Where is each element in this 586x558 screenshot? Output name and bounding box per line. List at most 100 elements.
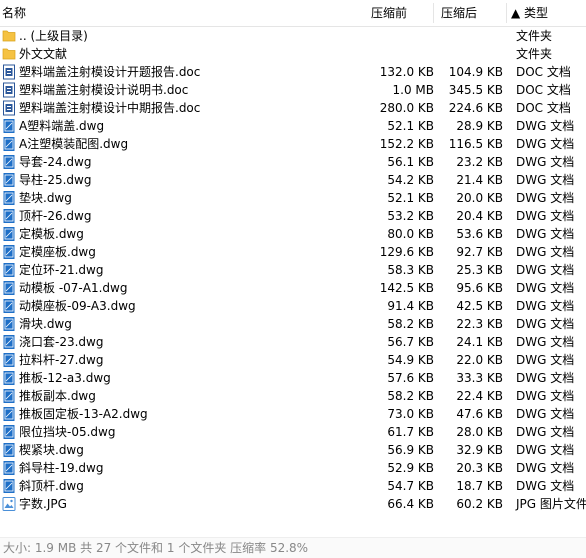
dwg-file-icon xyxy=(2,172,16,188)
file-name: 楔紧块.dwg xyxy=(19,443,84,457)
original-size: 52.1 KB xyxy=(387,119,434,133)
original-size: 280.0 KB xyxy=(379,101,434,115)
compressed-size: 224.6 KB xyxy=(448,101,503,115)
file-type: DWG 文档 xyxy=(516,443,575,457)
file-type: DWG 文档 xyxy=(516,281,575,295)
file-row[interactable]: 顶杆-26.dwg 53.2 KB 20.4 KB DWG 文档 xyxy=(0,207,586,225)
file-type: DWG 文档 xyxy=(516,317,575,331)
file-name: 塑料端盖注射模设计说明书.doc xyxy=(19,83,189,97)
dwg-file-icon xyxy=(2,316,16,332)
file-row[interactable]: 推板固定板-13-A2.dwg 73.0 KB 47.6 KB DWG 文档 xyxy=(0,405,586,423)
file-row[interactable]: 推板副本.dwg 58.2 KB 22.4 KB DWG 文档 xyxy=(0,387,586,405)
original-size: 80.0 KB xyxy=(387,227,434,241)
original-size: 73.0 KB xyxy=(387,407,434,421)
file-name: 定模板.dwg xyxy=(19,227,84,241)
file-type: DWG 文档 xyxy=(516,353,575,367)
compressed-size: 53.6 KB xyxy=(456,227,503,241)
file-type: DWG 文档 xyxy=(516,209,575,223)
file-name: 外文文献 xyxy=(19,47,68,61)
file-type: DWG 文档 xyxy=(516,173,575,187)
compressed-size: 28.0 KB xyxy=(456,425,503,439)
file-name: 滑块.dwg xyxy=(19,317,72,331)
file-row[interactable]: 定位环-21.dwg 58.3 KB 25.3 KB DWG 文档 xyxy=(0,261,586,279)
compressed-size: 33.3 KB xyxy=(456,371,503,385)
file-type: JPG 图片文件 xyxy=(516,497,586,511)
compressed-size: 47.6 KB xyxy=(456,407,503,421)
file-name: 斜导柱-19.dwg xyxy=(19,461,104,475)
compressed-size: 22.0 KB xyxy=(456,353,503,367)
compressed-size: 22.3 KB xyxy=(456,317,503,331)
file-name: 顶杆-26.dwg xyxy=(19,209,92,223)
jpg-file-icon xyxy=(2,496,16,512)
column-header-original-size[interactable]: 压缩前 xyxy=(371,0,407,26)
file-type: DWG 文档 xyxy=(516,335,575,349)
file-row[interactable]: 导柱-25.dwg 54.2 KB 21.4 KB DWG 文档 xyxy=(0,171,586,189)
file-row[interactable]: 字数.JPG 66.4 KB 60.2 KB JPG 图片文件 xyxy=(0,495,586,513)
compressed-size: 21.4 KB xyxy=(456,173,503,187)
file-name: 定模座板.dwg xyxy=(19,245,96,259)
file-list: .. (上级目录) 文件夹 外文文献 文件夹 塑料端盖注射模设计开题报告.doc 132.… xyxy=(0,27,586,513)
original-size: 61.7 KB xyxy=(387,425,434,439)
file-type: 文件夹 xyxy=(516,29,553,43)
file-row[interactable]: 塑料端盖注射模设计说明书.doc 1.0 MB 345.5 KB DOC 文档 xyxy=(0,81,586,99)
compressed-size: 20.4 KB xyxy=(456,209,503,223)
file-type: DOC 文档 xyxy=(516,83,571,97)
original-size: 58.2 KB xyxy=(387,389,434,403)
original-size: 66.4 KB xyxy=(387,497,434,511)
file-name: 导柱-25.dwg xyxy=(19,173,92,187)
file-row[interactable]: 塑料端盖注射模设计开题报告.doc 132.0 KB 104.9 KB DOC 文档 xyxy=(0,63,586,81)
file-row[interactable]: 定模座板.dwg 129.6 KB 92.7 KB DWG 文档 xyxy=(0,243,586,261)
column-divider[interactable] xyxy=(506,3,507,23)
file-row[interactable]: .. (上级目录) 文件夹 xyxy=(0,27,586,45)
original-size: 54.9 KB xyxy=(387,353,434,367)
file-type: DWG 文档 xyxy=(516,227,575,241)
file-name: 垫块.dwg xyxy=(19,191,72,205)
folder-icon xyxy=(2,46,16,62)
compressed-size: 23.2 KB xyxy=(456,155,503,169)
file-name: 斜顶杆.dwg xyxy=(19,479,84,493)
file-row[interactable]: A注塑模装配图.dwg 152.2 KB 116.5 KB DWG 文档 xyxy=(0,135,586,153)
file-row[interactable]: 斜顶杆.dwg 54.7 KB 18.7 KB DWG 文档 xyxy=(0,477,586,495)
file-row[interactable]: 拉料杆-27.dwg 54.9 KB 22.0 KB DWG 文档 xyxy=(0,351,586,369)
file-row[interactable]: 推板-12-a3.dwg 57.6 KB 33.3 KB DWG 文档 xyxy=(0,369,586,387)
file-name: 浇口套-23.dwg xyxy=(19,335,104,349)
file-type: DWG 文档 xyxy=(516,407,575,421)
status-bar: 大小: 1.9 MB 共 27 个文件和 1 个文件夹 压缩率 52.8% xyxy=(0,537,586,558)
file-row[interactable]: 垫块.dwg 52.1 KB 20.0 KB DWG 文档 xyxy=(0,189,586,207)
original-size: 91.4 KB xyxy=(387,299,434,313)
file-name: 导套-24.dwg xyxy=(19,155,92,169)
file-type: DWG 文档 xyxy=(516,479,575,493)
column-header: 名称 压缩前 压缩后 ▲ 类型 xyxy=(0,0,586,27)
file-name: 动模座板-09-A3.dwg xyxy=(19,299,136,313)
dwg-file-icon xyxy=(2,370,16,386)
file-row[interactable]: 动模板 -07-A1.dwg 142.5 KB 95.6 KB DWG 文档 xyxy=(0,279,586,297)
file-name: 塑料端盖注射模设计开题报告.doc xyxy=(19,65,201,79)
dwg-file-icon xyxy=(2,406,16,422)
dwg-file-icon xyxy=(2,424,16,440)
file-row[interactable]: A塑料端盖.dwg 52.1 KB 28.9 KB DWG 文档 xyxy=(0,117,586,135)
file-row[interactable]: 动模座板-09-A3.dwg 91.4 KB 42.5 KB DWG 文档 xyxy=(0,297,586,315)
file-row[interactable]: 塑料端盖注射模设计中期报告.doc 280.0 KB 224.6 KB DOC 文档 xyxy=(0,99,586,117)
file-row[interactable]: 楔紧块.dwg 56.9 KB 32.9 KB DWG 文档 xyxy=(0,441,586,459)
compressed-size: 116.5 KB xyxy=(448,137,503,151)
file-row[interactable]: 导套-24.dwg 56.1 KB 23.2 KB DWG 文档 xyxy=(0,153,586,171)
dwg-file-icon xyxy=(2,262,16,278)
column-header-name[interactable]: 名称 xyxy=(2,0,26,26)
file-row[interactable]: 限位挡块-05.dwg 61.7 KB 28.0 KB DWG 文档 xyxy=(0,423,586,441)
column-header-compressed-size[interactable]: 压缩后 xyxy=(441,0,477,26)
file-type: DWG 文档 xyxy=(516,461,575,475)
file-type: DWG 文档 xyxy=(516,371,575,385)
doc-file-icon xyxy=(2,82,16,98)
file-row[interactable]: 斜导柱-19.dwg 52.9 KB 20.3 KB DWG 文档 xyxy=(0,459,586,477)
file-row[interactable]: 浇口套-23.dwg 56.7 KB 24.1 KB DWG 文档 xyxy=(0,333,586,351)
column-divider[interactable] xyxy=(433,3,434,23)
column-header-type[interactable]: ▲ 类型 xyxy=(511,0,548,26)
file-name: 塑料端盖注射模设计中期报告.doc xyxy=(19,101,201,115)
dwg-file-icon xyxy=(2,154,16,170)
file-row[interactable]: 定模板.dwg 80.0 KB 53.6 KB DWG 文档 xyxy=(0,225,586,243)
file-name: 定位环-21.dwg xyxy=(19,263,104,277)
file-name: 拉料杆-27.dwg xyxy=(19,353,104,367)
file-row[interactable]: 外文文献 文件夹 xyxy=(0,45,586,63)
compressed-size: 24.1 KB xyxy=(456,335,503,349)
file-row[interactable]: 滑块.dwg 58.2 KB 22.3 KB DWG 文档 xyxy=(0,315,586,333)
